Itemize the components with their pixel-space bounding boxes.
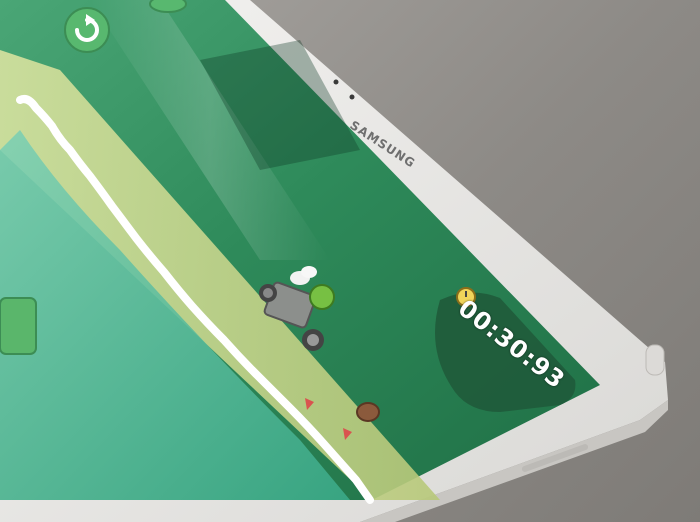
left-game-button[interactable] (0, 297, 37, 355)
sensor-dot (349, 94, 355, 100)
wooden-box (356, 402, 380, 422)
corner-port (645, 344, 665, 376)
menu-button-partial[interactable] (149, 0, 187, 13)
camera-dot (333, 79, 339, 85)
restart-button[interactable] (64, 7, 110, 53)
tablet-illustration (0, 0, 668, 522)
pig-character (309, 284, 335, 310)
photo-scene: SAMSUNG 00:30:93 (0, 0, 700, 522)
